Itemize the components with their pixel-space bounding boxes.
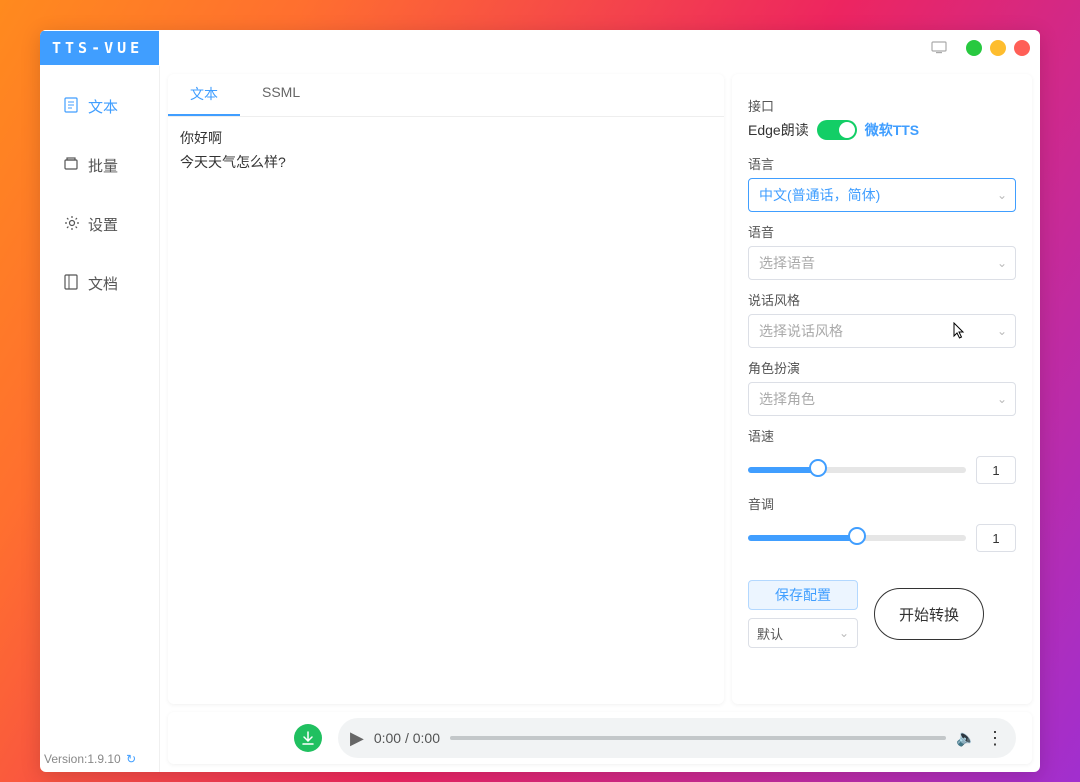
preset-value: 默认 [757,624,783,643]
sidebar-item-settings[interactable]: 设置 [40,204,159,245]
version-prefix: Version: [44,752,87,766]
main-row: 文本 批量 设置 文档 [40,66,1040,772]
pitch-label: 音调 [748,494,1016,513]
sidebar-label: 文档 [88,273,118,294]
text-editor[interactable]: 你好啊 今天天气怎么样? [168,117,724,704]
convert-button[interactable]: 开始转换 [874,588,984,640]
pitch-slider[interactable] [748,535,966,541]
preset-select[interactable]: 默认 ⌄ [748,618,858,648]
language-select[interactable]: 中文(普通话，简体) ⌄ [748,178,1016,212]
sidebar-item-docs[interactable]: 文档 [40,263,159,304]
chevron-down-icon: ⌄ [997,188,1007,202]
style-label: 说话风格 [748,290,1016,309]
content: 文本 SSML 你好啊 今天天气怎么样? 接口 Edge朗读 微软TTS [160,66,1040,772]
refresh-icon[interactable]: ↻ [126,752,136,766]
volume-icon[interactable]: 🔈 [956,728,976,748]
voice-label: 语音 [748,222,1016,241]
speed-value[interactable]: 1 [976,456,1016,484]
interface-toggle[interactable] [817,120,857,140]
edge-reader-label: Edge朗读 [748,120,809,140]
bottom-controls: 保存配置 默认 ⌄ 开始转换 [748,580,1016,648]
chevron-down-icon: ⌄ [997,256,1007,270]
app-title: TTS-VUE [40,31,159,65]
style-select[interactable]: 选择说话风格 ⌄ [748,314,1016,348]
sidebar: 文本 批量 设置 文档 [40,66,160,772]
play-icon[interactable]: ▶ [350,728,364,749]
sidebar-label: 批量 [88,155,118,176]
player-progress[interactable] [450,736,946,740]
editor-line: 你好啊 [180,127,712,151]
editor-line: 今天天气怎么样? [180,151,712,175]
select-value: 中文(普通话，简体) [759,185,880,205]
interface-label: 接口 [748,96,1016,115]
audio-bar: ▶ 0:00 / 0:00 🔈 ⋮ [168,712,1032,764]
batch-icon [64,157,80,175]
more-icon[interactable]: ⋮ [986,728,1004,749]
tab-ssml[interactable]: SSML [240,74,322,116]
chevron-down-icon: ⌄ [839,626,849,640]
select-placeholder: 选择说话风格 [759,321,843,341]
sidebar-item-batch[interactable]: 批量 [40,145,159,186]
chevron-down-icon: ⌄ [997,392,1007,406]
select-placeholder: 选择角色 [759,389,815,409]
sidebar-label: 设置 [88,214,118,235]
save-config-button[interactable]: 保存配置 [748,580,858,610]
close-button[interactable] [1014,40,1030,56]
select-placeholder: 选择语音 [759,253,815,273]
speed-slider-row: 1 [748,456,1016,484]
player-time: 0:00 / 0:00 [374,730,440,746]
titlebar: TTS-VUE [40,30,1040,66]
tab-text[interactable]: 文本 [168,74,240,116]
monitor-icon[interactable] [930,39,948,57]
download-button[interactable] [294,724,322,752]
pitch-slider-row: 1 [748,524,1016,552]
sidebar-label: 文本 [88,96,118,117]
book-icon [64,274,80,294]
version-label: Version:1.9.10 ↻ [44,752,136,766]
settings-panel: 接口 Edge朗读 微软TTS 语言 中文(普通话，简体) ⌄ 语音 选择语音 [732,74,1032,704]
role-select[interactable]: 选择角色 ⌄ [748,382,1016,416]
minimize-button[interactable] [966,40,982,56]
audio-player[interactable]: ▶ 0:00 / 0:00 🔈 ⋮ [338,718,1016,758]
app-window: TTS-VUE 文本 批量 [40,30,1040,772]
maximize-button[interactable] [990,40,1006,56]
speed-label: 语速 [748,426,1016,445]
role-label: 角色扮演 [748,358,1016,377]
pitch-value[interactable]: 1 [976,524,1016,552]
microsoft-tts-label: 微软TTS [865,120,919,140]
speed-slider[interactable] [748,467,966,473]
sidebar-item-text[interactable]: 文本 [40,86,159,127]
editor-panel: 文本 SSML 你好啊 今天天气怎么样? [168,74,724,704]
document-icon [64,97,80,117]
interface-row: Edge朗读 微软TTS [748,120,1016,140]
voice-select[interactable]: 选择语音 ⌄ [748,246,1016,280]
language-label: 语言 [748,154,1016,173]
gear-icon [64,215,80,235]
editor-tabs: 文本 SSML [168,74,724,117]
version-value: 1.9.10 [87,752,120,766]
chevron-down-icon: ⌄ [997,324,1007,338]
